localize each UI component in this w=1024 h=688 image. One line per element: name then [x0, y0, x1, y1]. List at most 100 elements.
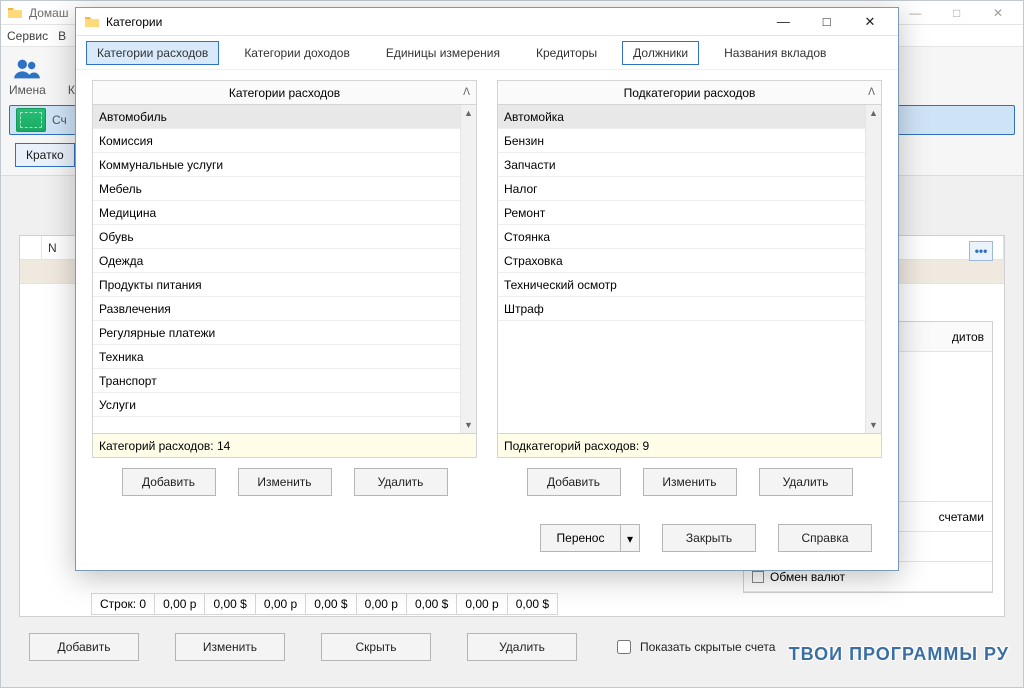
expense-cats-header-label: Категории расходов — [229, 86, 340, 100]
grid-col-blank[interactable] — [20, 236, 42, 259]
status-cell: 0,00 р — [155, 593, 205, 615]
main-hide-button[interactable]: Скрыть — [321, 633, 431, 661]
list-item[interactable]: Коммунальные услуги — [93, 153, 460, 177]
menu-service[interactable]: Сервис — [7, 29, 48, 43]
list-item[interactable]: Налог — [498, 177, 865, 201]
toolbar-accounts-label: Сч — [52, 113, 67, 127]
list-item[interactable]: Технический осмотр — [498, 273, 865, 297]
categories-titlebar[interactable]: Категории — □ ✕ — [76, 8, 898, 36]
scroll-up-icon[interactable]: ▲ — [866, 105, 881, 121]
app-folder-icon — [7, 5, 23, 21]
list-item[interactable]: Обувь — [93, 225, 460, 249]
caret-up-icon: ᐱ — [463, 87, 470, 98]
left-edit-button[interactable]: Изменить — [238, 468, 332, 496]
main-syscontrols: — □ ✕ — [896, 6, 1017, 20]
list-item[interactable]: Автомойка — [498, 105, 865, 129]
left-delete-button[interactable]: Удалить — [354, 468, 448, 496]
status-cell: 0,00 $ — [205, 593, 255, 615]
list-item[interactable]: Мебель — [93, 177, 460, 201]
main-window-title: Домаш — [29, 6, 69, 20]
menu-cats-short[interactable]: К — [68, 83, 75, 97]
main-maximize-button[interactable]: □ — [938, 6, 976, 20]
watermark: ТВОИ ПРОГРАММЫ РУ — [789, 644, 1009, 665]
expense-subcats-header-label: Подкатегории расходов — [624, 86, 756, 100]
expense-categories-header[interactable]: Категории расходов ᐱ — [93, 81, 476, 105]
scroll-down-icon[interactable]: ▼ — [461, 417, 476, 433]
bottom-buttons: Добавить Изменить Скрыть Удалить Показат… — [29, 633, 775, 661]
toolbar-names[interactable]: Имена — [9, 55, 46, 97]
transfer-split-button[interactable]: Перенос ▾ — [540, 524, 640, 552]
scroll-down-icon[interactable]: ▼ — [866, 417, 881, 433]
expense-subcategories-panel: Подкатегории расходов ᐱ АвтомойкаБензинЗ… — [497, 80, 882, 458]
list-item[interactable]: Техника — [93, 345, 460, 369]
main-edit-button[interactable]: Изменить — [175, 633, 285, 661]
close-button[interactable]: Закрыть — [662, 524, 756, 552]
tab-income-categories[interactable]: Категории доходов — [233, 41, 361, 65]
right-delete-button[interactable]: Удалить — [759, 468, 853, 496]
list-item[interactable]: Регулярные платежи — [93, 321, 460, 345]
left-scrollbar[interactable]: ▲ ▼ — [460, 105, 476, 433]
list-item[interactable]: Транспорт — [93, 369, 460, 393]
right-panel-buttons: Добавить Изменить Удалить — [497, 458, 882, 516]
left-add-button[interactable]: Добавить — [122, 468, 216, 496]
dialog-minimize-button[interactable]: — — [763, 9, 803, 35]
right-add-button[interactable]: Добавить — [527, 468, 621, 496]
list-item[interactable]: Услуги — [93, 393, 460, 417]
right-scrollbar[interactable]: ▲ ▼ — [865, 105, 881, 433]
side-accounts-label: счетами — [939, 510, 984, 524]
tab-deposit-names[interactable]: Названия вкладов — [713, 41, 837, 65]
status-cell: 0,00 $ — [508, 593, 558, 615]
folder-icon — [84, 14, 100, 30]
tab-units[interactable]: Единицы измерения — [375, 41, 511, 65]
list-item[interactable]: Медицина — [93, 201, 460, 225]
list-item[interactable]: Развлечения — [93, 297, 460, 321]
expense-categories-panel: Категории расходов ᐱ АвтомобильКомиссияК… — [92, 80, 477, 458]
list-item[interactable]: Продукты питания — [93, 273, 460, 297]
expense-subcategories-list[interactable]: АвтомойкаБензинЗапчастиНалогРемонтСтоянк… — [498, 105, 865, 433]
categories-title: Категории — [106, 15, 162, 29]
status-cell: 0,00 р — [357, 593, 407, 615]
toolbar-names-label: Имена — [9, 83, 46, 97]
left-panel-buttons: Добавить Изменить Удалить — [92, 458, 477, 516]
status-count: Строк: 0 — [91, 593, 155, 615]
dialog-maximize-button[interactable]: □ — [807, 9, 847, 35]
status-cell: 0,00 р — [457, 593, 507, 615]
list-item[interactable]: Одежда — [93, 249, 460, 273]
more-columns-button[interactable]: ••• — [969, 241, 993, 261]
list-item[interactable]: Комиссия — [93, 129, 460, 153]
list-item[interactable]: Страховка — [498, 249, 865, 273]
status-cell: 0,00 $ — [407, 593, 457, 615]
main-delete-button[interactable]: Удалить — [467, 633, 577, 661]
transfer-dropdown-button[interactable]: ▾ — [620, 524, 640, 552]
list-item[interactable]: Бензин — [498, 129, 865, 153]
scroll-up-icon[interactable]: ▲ — [461, 105, 476, 121]
main-add-button[interactable]: Добавить — [29, 633, 139, 661]
tab-debtors[interactable]: Должники — [622, 41, 699, 65]
status-strip: Строк: 0 0,00 р 0,00 $ 0,00 р 0,00 $ 0,0… — [91, 593, 558, 615]
list-item[interactable]: Автомобиль — [93, 105, 460, 129]
dialog-close-button[interactable]: ✕ — [850, 9, 890, 35]
status-cell: 0,00 р — [256, 593, 306, 615]
list-item[interactable]: Штраф — [498, 297, 865, 321]
list-item[interactable]: Ремонт — [498, 201, 865, 225]
help-button[interactable]: Справка — [778, 524, 872, 552]
show-hidden-checkbox-input[interactable] — [617, 640, 631, 654]
tab-creditors[interactable]: Кредиторы — [525, 41, 608, 65]
main-minimize-button[interactable]: — — [896, 6, 934, 20]
people-icon — [13, 55, 41, 83]
tab-short[interactable]: Кратко — [15, 143, 75, 167]
main-close-button[interactable]: ✕ — [979, 6, 1017, 20]
expense-subcategories-header[interactable]: Подкатегории расходов ᐱ — [498, 81, 881, 105]
right-edit-button[interactable]: Изменить — [643, 468, 737, 496]
caret-up-icon: ᐱ — [868, 87, 875, 98]
list-item[interactable]: Запчасти — [498, 153, 865, 177]
expense-categories-list[interactable]: АвтомобильКомиссияКоммунальные услугиМеб… — [93, 105, 460, 433]
expense-subcats-count: Подкатегорий расходов: 9 — [498, 433, 881, 457]
side-head-label: дитов — [952, 330, 984, 344]
show-hidden-accounts-checkbox[interactable]: Показать скрытые счета — [613, 637, 775, 657]
list-item[interactable]: Стоянка — [498, 225, 865, 249]
show-hidden-label: Показать скрытые счета — [640, 640, 775, 654]
menu-view-short[interactable]: В — [58, 29, 66, 43]
tab-expense-categories[interactable]: Категории расходов — [86, 41, 219, 65]
transfer-button[interactable]: Перенос — [540, 524, 620, 552]
